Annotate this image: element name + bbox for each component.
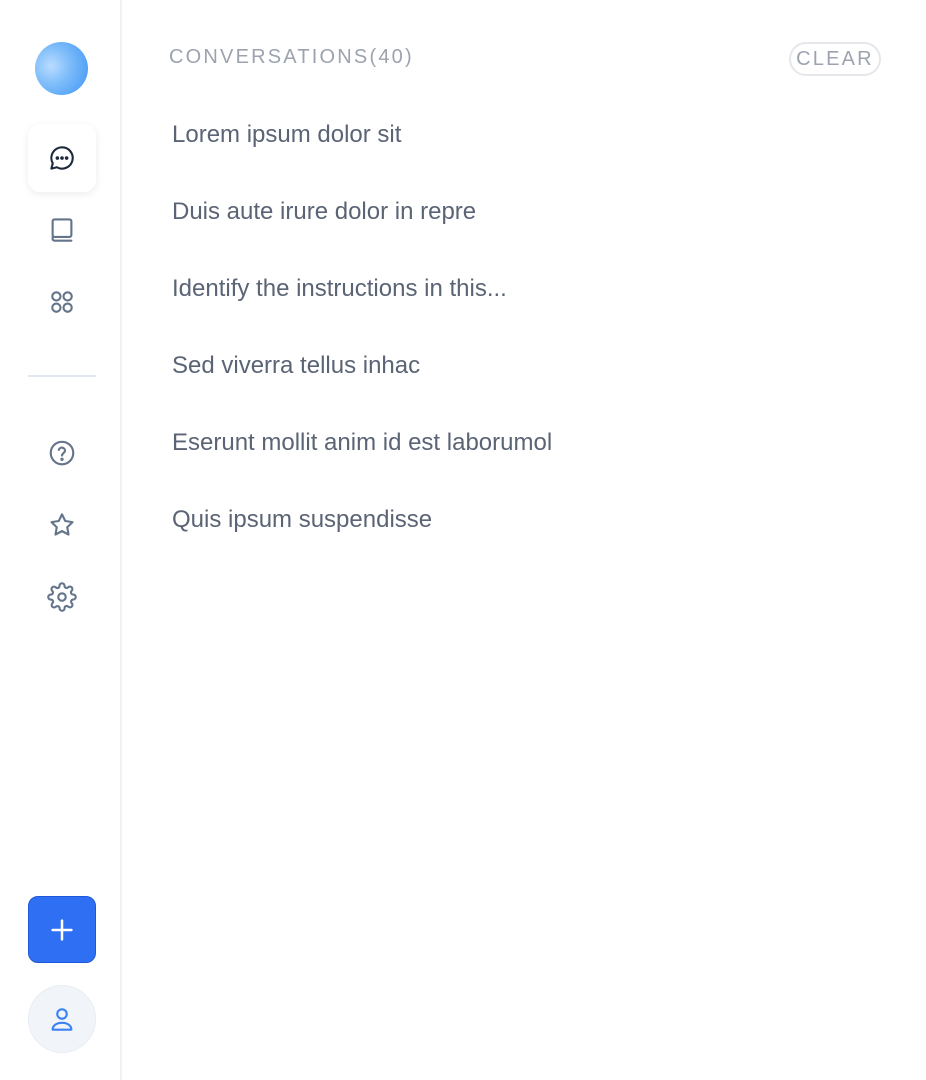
gear-icon xyxy=(47,582,77,612)
apps-grid-icon xyxy=(51,291,73,313)
brand-orb-logo xyxy=(35,42,88,95)
nav-settings-button[interactable] xyxy=(28,563,96,631)
conversation-item[interactable]: Eserunt mollit anim id est laborumol xyxy=(172,422,552,499)
chat-bubble-icon xyxy=(50,146,74,170)
app-window: CONVERSATIONS(40) CLEAR Lorem ipsum dolo… xyxy=(0,0,926,1080)
nav-help-button[interactable] xyxy=(28,419,96,487)
conversations-header: CONVERSATIONS(40) xyxy=(169,46,414,68)
nav-favorites-button[interactable] xyxy=(28,491,96,559)
user-profile-button[interactable] xyxy=(28,985,96,1053)
plus-icon xyxy=(51,918,73,941)
help-circle-icon xyxy=(49,440,75,466)
star-icon xyxy=(50,513,74,536)
conversations-panel: CONVERSATIONS(40) CLEAR Lorem ipsum dolo… xyxy=(124,0,926,1080)
clear-button[interactable]: CLEAR xyxy=(789,42,881,76)
conversation-item[interactable]: Lorem ipsum dolor sit xyxy=(172,114,552,191)
conversation-item[interactable]: Quis ipsum suspendisse xyxy=(172,499,552,576)
nav-chat-button[interactable] xyxy=(28,124,96,192)
nav-apps-button[interactable] xyxy=(28,268,96,336)
new-conversation-button[interactable] xyxy=(28,896,96,963)
conversation-item[interactable]: Identify the instructions in this... xyxy=(172,268,552,345)
book-icon xyxy=(51,218,73,242)
nav-library-button[interactable] xyxy=(28,196,96,264)
sidebar-divider xyxy=(28,375,96,377)
conversation-item[interactable]: Duis aute irure dolor in repre xyxy=(172,191,552,268)
conversation-list: Lorem ipsum dolor sit Duis aute irure do… xyxy=(172,114,552,576)
user-icon xyxy=(51,1008,73,1031)
sidebar xyxy=(0,0,122,1080)
conversation-item[interactable]: Sed viverra tellus inhac xyxy=(172,345,552,422)
